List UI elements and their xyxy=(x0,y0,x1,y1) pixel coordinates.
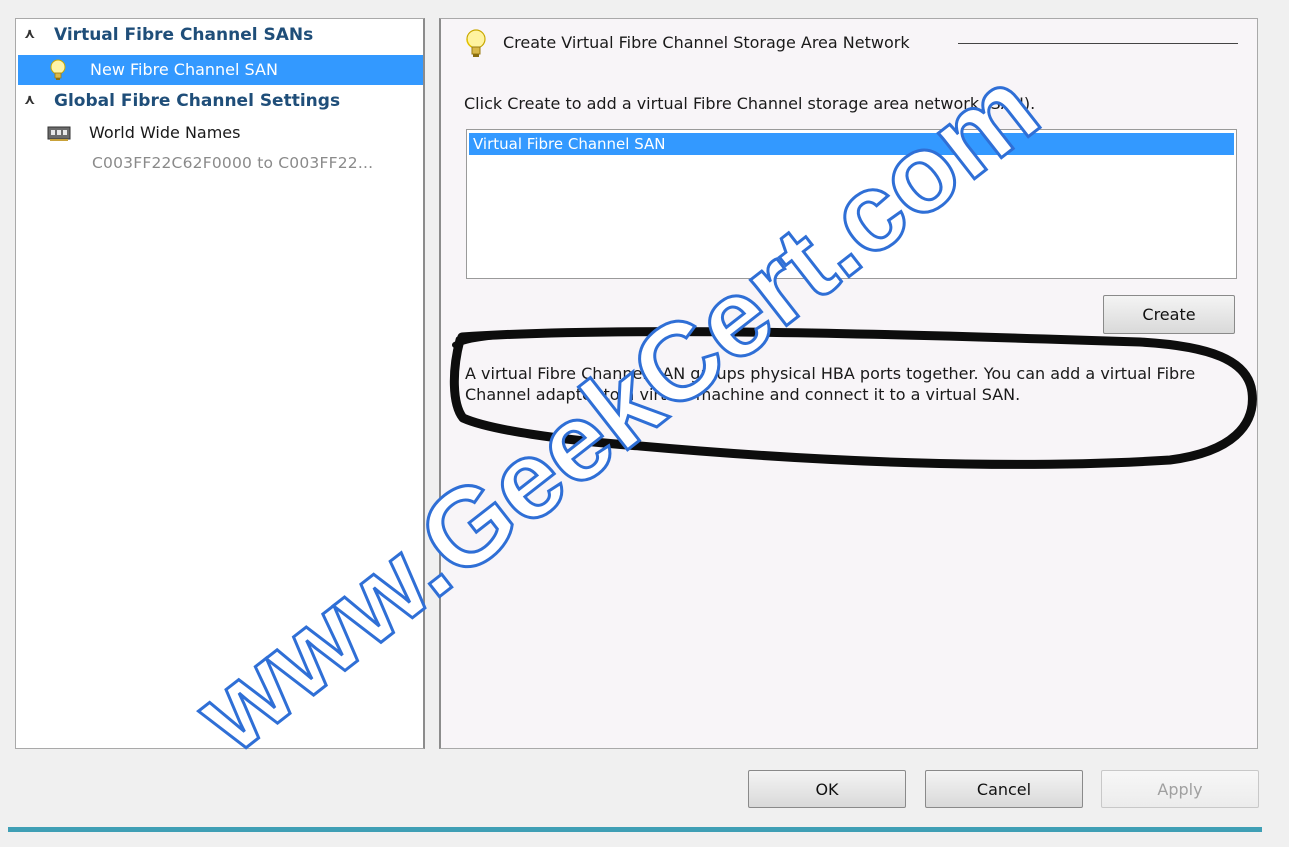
san-list[interactable]: Virtual Fibre Channel SAN xyxy=(466,129,1237,279)
lightbulb-icon xyxy=(466,29,486,57)
cancel-button[interactable]: Cancel xyxy=(925,770,1083,808)
nav-item-new-fibre-channel-san[interactable]: New Fibre Channel SAN xyxy=(18,55,423,85)
group-title: Create Virtual Fibre Channel Storage Are… xyxy=(503,33,910,52)
nav-item-label: World Wide Names xyxy=(89,123,241,142)
create-button[interactable]: Create xyxy=(1103,295,1235,334)
list-item[interactable]: Virtual Fibre Channel SAN xyxy=(469,133,1234,155)
collapse-chevron-icon[interactable]: ⋏ xyxy=(24,26,35,42)
ok-button[interactable]: OK xyxy=(748,770,906,808)
instruction-text: Click Create to add a virtual Fibre Chan… xyxy=(464,94,1036,113)
bottom-accent-rule xyxy=(8,827,1262,832)
group-divider xyxy=(958,43,1238,44)
network-card-icon xyxy=(47,126,71,141)
collapse-chevron-icon[interactable]: ⋏ xyxy=(24,92,35,108)
section-header-label: Virtual Fibre Channel SANs xyxy=(54,25,314,45)
navigation-pane: ⋏ Virtual Fibre Channel SANs New Fibre C… xyxy=(15,18,425,749)
lightbulb-icon xyxy=(50,59,66,80)
nav-item-label: New Fibre Channel SAN xyxy=(90,60,278,79)
section-header-virtual-fibre-channel-sans[interactable]: ⋏ Virtual Fibre Channel SANs xyxy=(20,23,420,49)
apply-button[interactable]: Apply xyxy=(1101,770,1259,808)
wwn-range-value: C003FF22C62F0000 to C003FF22... xyxy=(92,154,374,172)
section-header-label: Global Fibre Channel Settings xyxy=(54,91,341,111)
section-header-global-fibre-channel-settings[interactable]: ⋏ Global Fibre Channel Settings xyxy=(20,89,420,115)
description-text: A virtual Fibre Channel SAN groups physi… xyxy=(465,364,1196,404)
